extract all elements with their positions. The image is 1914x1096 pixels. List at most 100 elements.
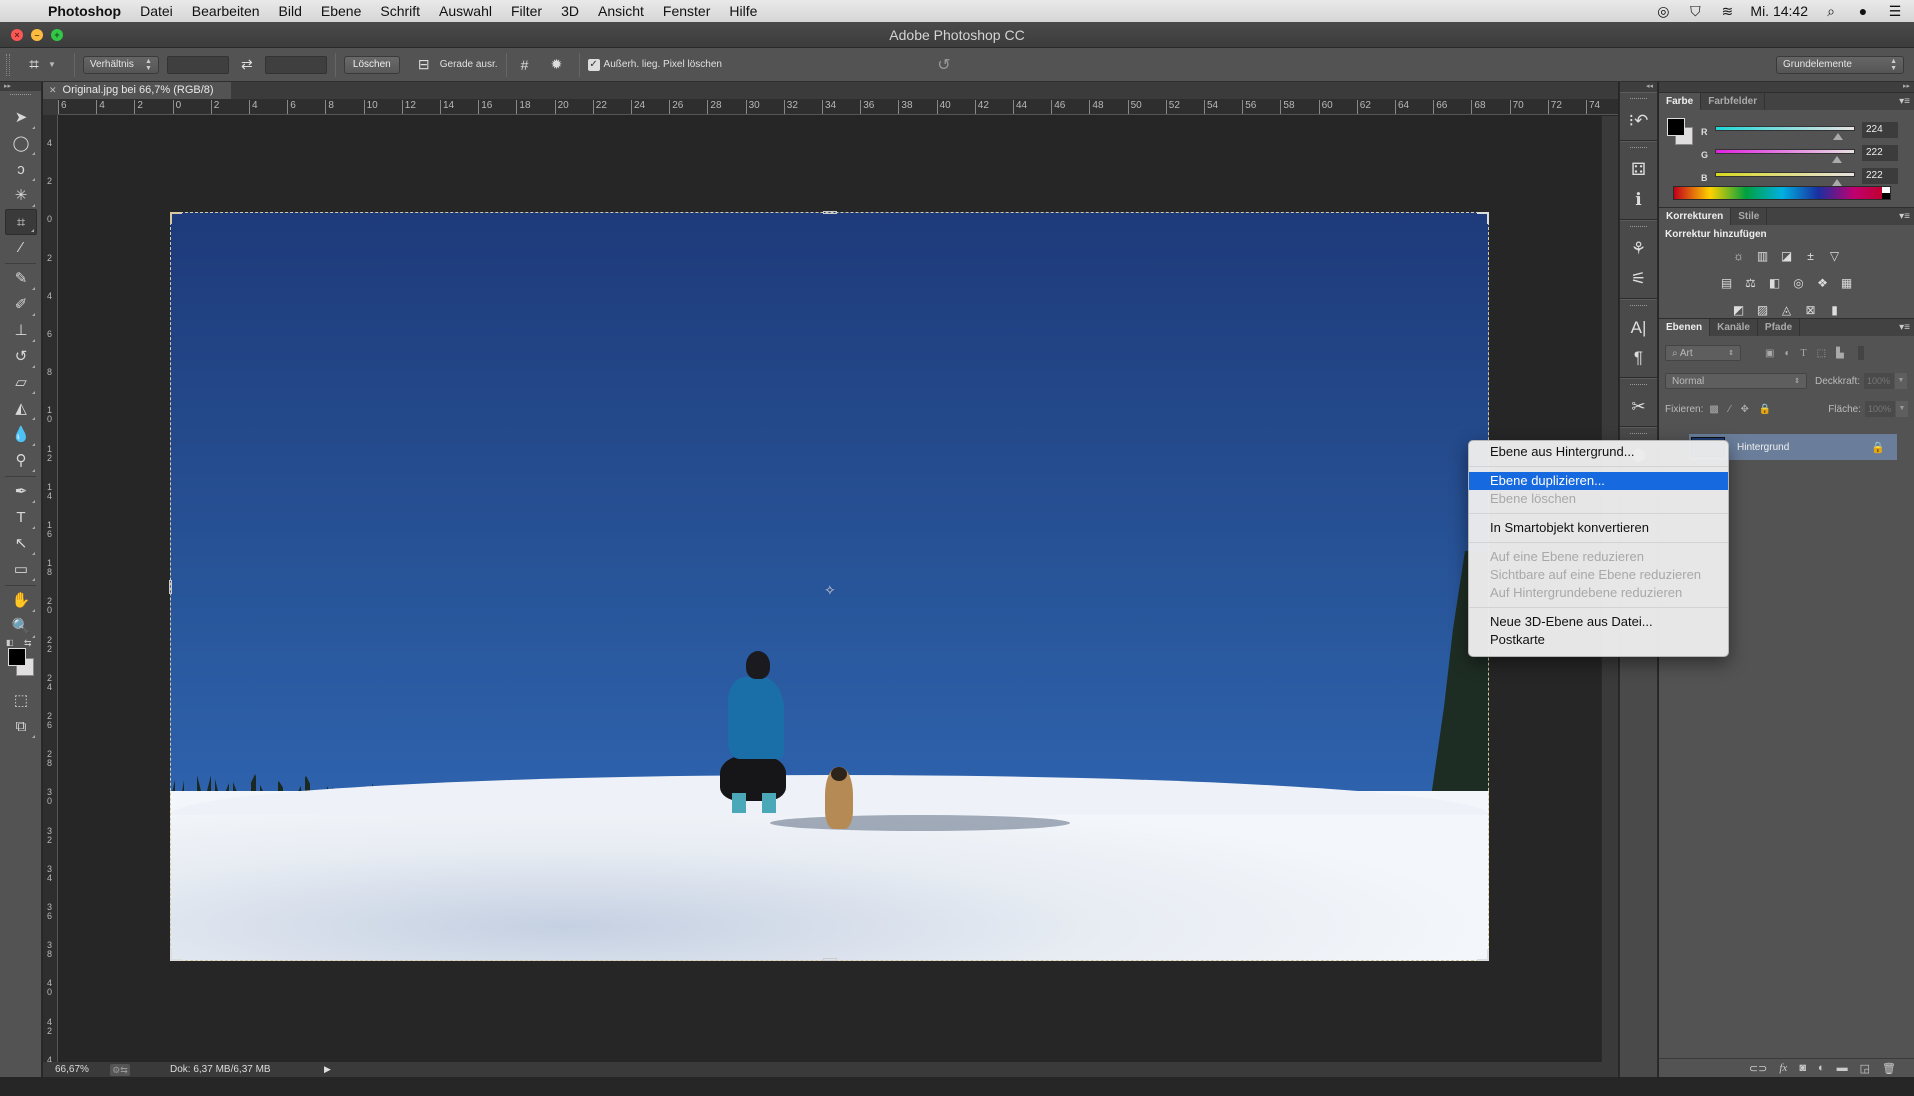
straighten-button[interactable]: Gerade ausr.: [440, 59, 498, 70]
wifi-icon[interactable]: ≋: [1718, 3, 1736, 19]
lock-all-icon[interactable]: 🔒: [1759, 404, 1771, 415]
menu-auswahl[interactable]: Auswahl: [439, 3, 492, 19]
menu-hilfe[interactable]: Hilfe: [729, 3, 757, 19]
menu-datei[interactable]: Datei: [140, 3, 173, 19]
add-mask-icon[interactable]: ◙: [1799, 1062, 1806, 1074]
tab-farbfelder[interactable]: Farbfelder: [1701, 93, 1766, 110]
exposure-icon[interactable]: ±: [1803, 249, 1819, 263]
brightness-contrast-icon[interactable]: ☼: [1731, 249, 1747, 263]
color-lookup-icon[interactable]: ▦: [1839, 276, 1855, 290]
fx-icon[interactable]: fx: [1779, 1062, 1787, 1074]
context-menu-item[interactable]: Ebene aus Hintergrund...: [1469, 443, 1728, 461]
layer-filter-kind-select[interactable]: ⌕ Art ⇕: [1665, 345, 1741, 361]
fill-input[interactable]: 100%: [1865, 401, 1895, 417]
rectangle-tool[interactable]: ▭: [5, 557, 37, 583]
eyedropper-tool[interactable]: ⁄: [5, 235, 37, 261]
menu-ebene[interactable]: Ebene: [321, 3, 361, 19]
gradient-map-icon[interactable]: ▮: [1827, 303, 1843, 317]
menu-app-photoshop[interactable]: Photoshop: [48, 3, 121, 19]
crop-handle-top[interactable]: [823, 211, 837, 214]
default-colors-icon[interactable]: ◧: [6, 638, 14, 647]
brush-panel-icon[interactable]: ⚟: [1620, 264, 1657, 294]
layer-name[interactable]: Hintergrund: [1737, 442, 1871, 453]
fill-dropdown-icon[interactable]: ▼: [1896, 401, 1908, 417]
crop-handle-bottom[interactable]: [823, 958, 837, 961]
delete-cropped-pixels-checkbox[interactable]: ✓: [587, 58, 600, 71]
channel-mixer-icon[interactable]: ❖: [1815, 276, 1831, 290]
info-panel-icon[interactable]: ℹ: [1620, 185, 1657, 215]
siri-icon[interactable]: ●: [1854, 3, 1872, 19]
expand-panel-icon[interactable]: ▸▸: [0, 82, 41, 91]
overlay-grid-icon[interactable]: #: [515, 57, 535, 73]
lock-position-icon[interactable]: ✥: [1740, 404, 1748, 415]
channel-value-input[interactable]: 222: [1862, 168, 1898, 184]
history-panel-icon[interactable]: ⁝↶: [1620, 106, 1657, 136]
filter-type-icon[interactable]: T: [1801, 348, 1807, 359]
status-menu-arrow-icon[interactable]: ▶: [324, 1064, 331, 1075]
foreground-color-swatch[interactable]: [8, 648, 26, 666]
levels-icon[interactable]: ▥: [1755, 249, 1771, 263]
clone-stamp-tool[interactable]: ⊥: [5, 318, 37, 344]
straighten-icon[interactable]: ⊟: [414, 56, 434, 73]
curves-icon[interactable]: ◪: [1779, 249, 1795, 263]
crop-width-input[interactable]: [166, 55, 229, 74]
link-layers-icon[interactable]: ⊂⊃: [1749, 1062, 1767, 1075]
crop-handle-top-left[interactable]: [170, 212, 182, 224]
tab-stile[interactable]: Stile: [1731, 208, 1768, 225]
paragraph-panel-icon[interactable]: ¶: [1620, 343, 1657, 373]
properties-panel-icon[interactable]: ⚃: [1620, 155, 1657, 185]
zoom-tool[interactable]: 🔍: [5, 614, 37, 640]
spotlight-icon[interactable]: ⌕: [1822, 3, 1840, 19]
filter-shape-icon[interactable]: ⬚: [1817, 348, 1826, 359]
menu-bearbeiten[interactable]: Bearbeiten: [192, 3, 260, 19]
posterize-icon[interactable]: ▨: [1755, 303, 1771, 317]
chevron-down-icon[interactable]: ▼: [48, 60, 56, 69]
panel-menu-icon[interactable]: ▾≡: [1899, 211, 1910, 222]
menu-bild[interactable]: Bild: [279, 3, 302, 19]
marquee-tool[interactable]: ◯: [5, 131, 37, 157]
reset-crop-icon[interactable]: ↺: [934, 55, 954, 75]
hand-tool[interactable]: ✋: [5, 588, 37, 614]
ruler-vertical[interactable]: 4 2 0 2 4 6 8 1 0 1 2 1 4 1 6 1 8 2 0 2 2 2 4 2 6 2 8 3 0…: [43, 115, 58, 1062]
pen-tool[interactable]: ✒: [5, 479, 37, 505]
new-layer-icon[interactable]: ◲: [1860, 1062, 1870, 1075]
opacity-input[interactable]: 100%: [1864, 373, 1895, 389]
document-tab[interactable]: ✕ Original.jpg bei 66,7% (RGB/8): [43, 82, 231, 99]
move-tool[interactable]: ➤: [5, 105, 37, 131]
filter-smartobject-icon[interactable]: ▙: [1836, 348, 1844, 359]
zoom-level[interactable]: 66,67%: [55, 1064, 110, 1075]
lock-icon[interactable]: 🔒: [1871, 441, 1885, 454]
screen-mode-icon[interactable]: ⧉: [5, 714, 37, 740]
lock-image-icon[interactable]: ⁄: [1729, 404, 1731, 415]
ruler-origin[interactable]: [43, 99, 58, 115]
tab-pfade[interactable]: Pfade: [1758, 319, 1801, 336]
new-group-icon[interactable]: ▬: [1837, 1062, 1848, 1074]
type-tool[interactable]: T: [5, 505, 37, 531]
shield-icon[interactable]: ⛉: [1686, 3, 1704, 19]
expand-panels-icon[interactable]: ▸▸: [1659, 82, 1914, 92]
color-spectrum-bar[interactable]: [1673, 186, 1891, 200]
channel-value-input[interactable]: 222: [1862, 145, 1898, 161]
menu-filter[interactable]: Filter: [511, 3, 542, 19]
hue-saturation-icon[interactable]: ▤: [1719, 276, 1735, 290]
status-gear-icon[interactable]: ⚙⇆: [110, 1063, 130, 1076]
opacity-dropdown-icon[interactable]: ▼: [1895, 373, 1908, 389]
trash-icon[interactable]: 🗑: [1882, 1062, 1896, 1075]
crop-handle-top-right[interactable]: [1477, 212, 1489, 224]
brush-tool[interactable]: ✐: [5, 292, 37, 318]
crop-height-input[interactable]: [264, 55, 327, 74]
context-menu-item[interactable]: In Smartobjekt konvertieren: [1469, 519, 1728, 537]
filter-adjustment-icon[interactable]: ◐: [1784, 348, 1790, 359]
foreground-color-swatch[interactable]: [1667, 118, 1685, 136]
quick-mask-icon[interactable]: ⬚: [5, 688, 37, 714]
lock-transparent-icon[interactable]: ▩: [1709, 404, 1718, 415]
menu-schrift[interactable]: Schrift: [380, 3, 420, 19]
channel-value-input[interactable]: 224: [1862, 122, 1898, 138]
crop-tool[interactable]: ⌗: [5, 209, 37, 235]
tab-farbe[interactable]: Farbe: [1659, 93, 1702, 110]
healing-brush-tool[interactable]: ✎: [5, 266, 37, 292]
filter-pixel-icon[interactable]: ▣: [1765, 348, 1774, 359]
vibrance-icon[interactable]: ▽: [1827, 249, 1843, 263]
gear-icon[interactable]: ✹: [547, 56, 567, 73]
ratio-select[interactable]: Verhältnis ▲ ▼: [82, 55, 159, 74]
